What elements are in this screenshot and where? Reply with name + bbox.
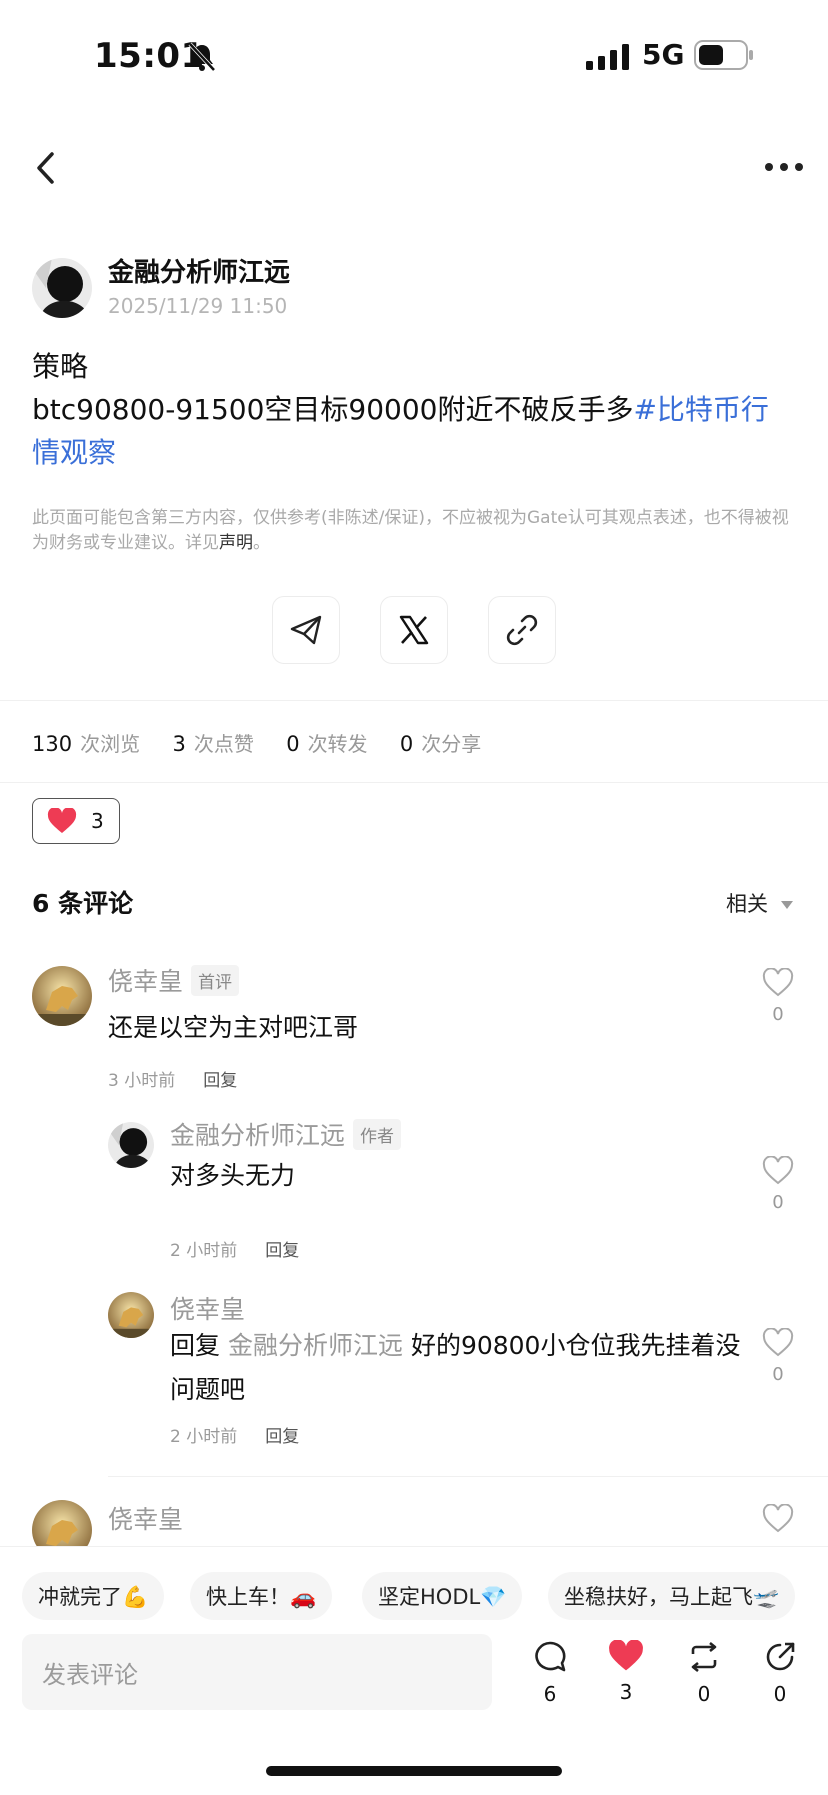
- repost-count: 0: [697, 1682, 711, 1706]
- quick-reply-chip[interactable]: 坚定HODL💎: [362, 1572, 523, 1620]
- post-stats: 130 次浏览 3 次点赞 0 次转发 0 次分享: [32, 728, 507, 757]
- telegram-icon: [290, 615, 322, 645]
- divider: [0, 700, 828, 701]
- reposts-label: 次转发: [307, 732, 368, 756]
- divider: [0, 782, 828, 783]
- comment-like-icon[interactable]: [762, 1504, 794, 1534]
- share-count: 0: [773, 1682, 787, 1706]
- like-action[interactable]: 3: [598, 1639, 654, 1704]
- share-icon: [766, 1642, 795, 1671]
- home-indicator: [266, 1766, 562, 1776]
- commenter-name[interactable]: 侥幸皇: [108, 962, 183, 998]
- disclaimer-text: 此页面可能包含第三方内容，仅供参考(非陈述/保证)，不应被视为Gate认可其观点…: [32, 508, 789, 553]
- battery-icon: [694, 40, 753, 70]
- share-x-button[interactable]: [380, 596, 448, 664]
- commenter-avatar[interactable]: [108, 1122, 154, 1168]
- quick-reply-chip[interactable]: 冲就完了💪: [22, 1572, 165, 1620]
- author-avatar[interactable]: [32, 258, 92, 318]
- comment-meta: 2 小时前 回复: [170, 1236, 299, 1261]
- views-count: 130: [32, 732, 73, 756]
- author-badge: 作者: [353, 1118, 402, 1150]
- comment-input-placeholder: 发表评论: [42, 1660, 138, 1689]
- back-chevron-icon[interactable]: [34, 150, 58, 186]
- disclaimer: 此页面可能包含第三方内容，仅供参考(非陈述/保证)，不应被视为Gate认可其观点…: [32, 506, 792, 556]
- comment-like-icon[interactable]: [762, 1156, 794, 1186]
- comment-like-count: 0: [772, 1192, 784, 1213]
- sort-dropdown[interactable]: 相关: [726, 888, 793, 918]
- commenter-name[interactable]: 侥幸皇: [170, 1290, 245, 1326]
- comment-meta: 3 小时前 回复: [108, 1066, 237, 1091]
- disclaimer-link[interactable]: 声明: [219, 533, 253, 553]
- more-icon[interactable]: [764, 160, 804, 174]
- comment-time: 3 小时前: [108, 1071, 176, 1091]
- shares-count: 0: [399, 732, 414, 756]
- comment-text: 还是以空为主对吧江哥: [108, 1013, 359, 1042]
- reply-button[interactable]: 回复: [265, 1241, 299, 1261]
- comment-time: 2 小时前: [170, 1241, 238, 1261]
- like-count: 3: [619, 1680, 633, 1704]
- comment-like-icon[interactable]: [762, 1328, 794, 1358]
- divider: [108, 1476, 828, 1477]
- comment-time: 2 小时前: [170, 1427, 238, 1447]
- repost-action[interactable]: 0: [676, 1640, 732, 1706]
- reposts-count: 0: [286, 732, 300, 756]
- views-label: 次浏览: [80, 732, 141, 756]
- link-icon: [506, 614, 538, 646]
- commenter-name[interactable]: 侥幸皇: [108, 1500, 183, 1536]
- post-line-1: 策略: [32, 350, 89, 383]
- reply-prefix: 回复: [170, 1331, 221, 1360]
- shares-label: 次分享: [421, 732, 482, 756]
- post-content: 策略 btc90800-91500空目标90000附近不破反手多#比特币行情观察: [32, 345, 792, 474]
- comment-header: 金融分析师江远 作者: [170, 1116, 402, 1152]
- reply-button[interactable]: 回复: [203, 1071, 237, 1091]
- likes-count: 3: [172, 732, 186, 756]
- reaction-button[interactable]: 3: [32, 798, 120, 844]
- comment-action[interactable]: 6: [522, 1640, 578, 1706]
- share-telegram-button[interactable]: [272, 596, 340, 664]
- mention-link[interactable]: 金融分析师江远: [228, 1331, 403, 1360]
- reaction-count: 3: [91, 809, 104, 833]
- post-time: 2025/11/29 11:50: [108, 294, 288, 318]
- signal-icon: [586, 44, 629, 70]
- quick-reply-chip[interactable]: 快上车！🚗: [190, 1572, 333, 1620]
- heart-filled-icon: [609, 1639, 643, 1671]
- comment-text: 对多头无力: [170, 1161, 296, 1190]
- comments-title: 6 条评论: [32, 889, 134, 918]
- disclaimer-end: 。: [253, 533, 270, 553]
- heart-icon: [47, 808, 77, 833]
- comment-text: 回复 金融分析师江远 好的90800小仓位我先挂着没问题吧: [170, 1324, 750, 1412]
- comment-bubble-icon: [535, 1641, 566, 1672]
- share-link-button[interactable]: [488, 596, 556, 664]
- caret-down-icon: [780, 901, 793, 909]
- commenter-avatar[interactable]: [108, 1292, 154, 1338]
- comment-like-icon[interactable]: [762, 968, 794, 998]
- likes-label: 次点赞: [193, 732, 254, 756]
- comment-input[interactable]: 发表评论: [22, 1634, 492, 1710]
- comment-like-count: 0: [772, 1364, 784, 1385]
- comment-like-count: 0: [772, 1004, 784, 1025]
- comment-count: 6: [543, 1682, 557, 1706]
- network-type: 5G: [642, 38, 685, 71]
- share-action[interactable]: 0: [752, 1640, 808, 1706]
- commenter-avatar[interactable]: [32, 966, 92, 1026]
- repost-icon: [691, 1641, 717, 1673]
- bell-muted-icon: [188, 42, 216, 72]
- sort-label: 相关: [726, 892, 768, 916]
- x-icon: [399, 615, 429, 645]
- comment-meta: 2 小时前 回复: [170, 1422, 299, 1447]
- commenter-name[interactable]: 金融分析师江远: [170, 1116, 345, 1152]
- reply-button[interactable]: 回复: [265, 1427, 299, 1447]
- post-line-2: btc90800-91500空目标90000附近不破反手多: [32, 393, 634, 426]
- first-comment-badge: 首评: [191, 964, 240, 996]
- quick-reply-chip[interactable]: 坐稳扶好，马上起飞🛫: [548, 1572, 796, 1620]
- comment-header: 侥幸皇 首评: [108, 962, 240, 998]
- author-name[interactable]: 金融分析师江远: [108, 252, 290, 289]
